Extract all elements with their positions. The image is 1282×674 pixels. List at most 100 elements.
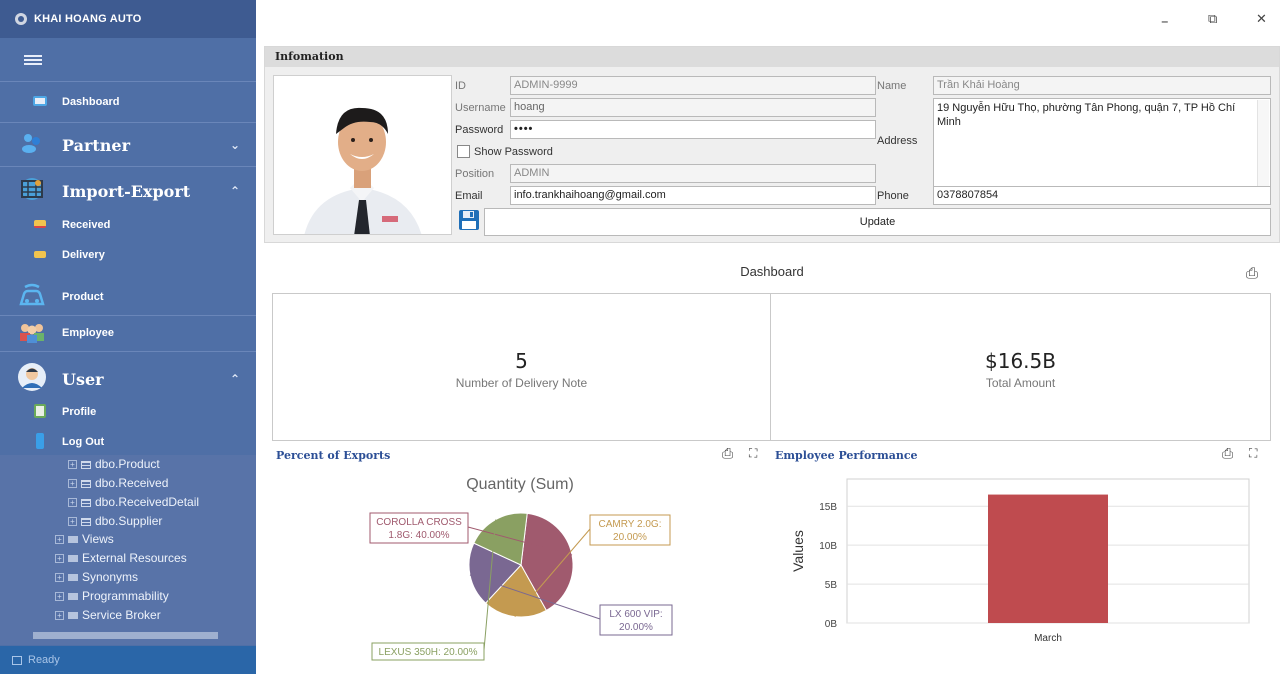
- address-field[interactable]: 19 Nguyễn Hữu Thọ, phường Tân Phong, quậ…: [933, 98, 1271, 188]
- close-button[interactable]: ✕: [1256, 12, 1267, 27]
- employee-performance-panel: Employee Performance ⎙ ⛶ 0B 5B 10B 15B Value…: [771, 443, 1272, 663]
- menu-toggle-button[interactable]: [0, 38, 256, 82]
- tree-node[interactable]: + dbo.Received: [68, 474, 168, 492]
- sidebar-item-profile[interactable]: Profile: [0, 399, 256, 425]
- id-label: ID: [455, 80, 466, 92]
- chevron-up-icon: ⌃: [229, 372, 240, 386]
- pie-chart: Quantity (Sum) COROLLA CROSS 1.8G: 40.00% C…: [369, 476, 673, 661]
- y-tick-label: 5B: [825, 580, 838, 591]
- sidebar-item-label: Log Out: [62, 436, 105, 448]
- chart-title: Quantity (Sum): [466, 476, 574, 493]
- password-field[interactable]: ••••: [510, 120, 876, 139]
- sidebar-item-label: Received: [62, 219, 111, 231]
- sidebar-item-label: Profile: [62, 406, 97, 418]
- sidebar-item-employee[interactable]: Employee: [0, 318, 256, 348]
- tree-node[interactable]: + dbo.ReceivedDetail: [68, 493, 199, 511]
- tree-node[interactable]: + dbo.Supplier: [68, 512, 162, 530]
- id-field: ADMIN-9999: [510, 76, 876, 95]
- y-axis-label: Values: [790, 530, 806, 572]
- object-explorer-tree: + dbo.Product + dbo.Received + dbo.Received…: [0, 455, 256, 645]
- expand-icon: +: [55, 554, 64, 564]
- panel-header: Infomation: [265, 47, 1279, 67]
- sidebar-item-delivery[interactable]: Delivery: [0, 242, 256, 268]
- export-icon[interactable]: ⎙: [1246, 264, 1258, 282]
- sidebar-group-label: Partner: [62, 135, 131, 155]
- sidebar-item-received[interactable]: Received: [0, 212, 256, 238]
- show-password-label: Show Password: [474, 146, 553, 158]
- app-logo-icon: [15, 13, 27, 25]
- dashboard-title: Dashboard: [740, 264, 804, 279]
- app-title: KHAI HOANG AUTO: [34, 13, 142, 25]
- email-field[interactable]: info.trankhaihoang@gmail.com: [510, 186, 876, 205]
- export-icon[interactable]: ⎙: [1222, 446, 1233, 462]
- name-label: Name: [877, 80, 907, 92]
- tree-node[interactable]: + Synonyms: [55, 568, 138, 586]
- sidebar-item-logout[interactable]: Log Out: [0, 429, 256, 455]
- pie-label: 20.00%: [619, 622, 653, 633]
- logout-icon: [28, 432, 52, 452]
- card-value: $16.5B: [985, 349, 1056, 373]
- table-icon: [81, 479, 91, 488]
- chevron-up-icon: ⌃: [229, 184, 240, 198]
- profile-icon: [28, 403, 52, 421]
- expand-icon: +: [55, 573, 64, 583]
- dashboard-icon: [28, 95, 52, 109]
- sidebar-item-label: Dashboard: [62, 96, 120, 108]
- tree-node[interactable]: + Service Broker: [55, 606, 161, 624]
- hamburger-icon: [24, 54, 42, 65]
- expand-icon: +: [55, 592, 64, 602]
- profile-photo: [273, 75, 452, 235]
- expand-icon: +: [68, 517, 77, 527]
- pie-label: LX 600 VIP:: [609, 609, 662, 620]
- sidebar-group-user[interactable]: User ⌃: [0, 360, 256, 398]
- table-icon: [81, 498, 91, 507]
- export-icon[interactable]: ⎙: [722, 446, 733, 462]
- sidebar-group-import-export[interactable]: Import-Export ⌃: [0, 173, 256, 209]
- username-label: Username: [455, 102, 506, 114]
- show-password-checkbox[interactable]: [457, 145, 470, 158]
- tree-node[interactable]: + Programmability: [55, 587, 169, 605]
- card-caption: Total Amount: [985, 376, 1056, 390]
- save-icon[interactable]: [458, 209, 480, 231]
- tree-horizontal-scrollbar[interactable]: [33, 632, 218, 639]
- tree-node[interactable]: + External Resources: [55, 549, 187, 567]
- import-export-icon: [16, 175, 48, 207]
- pie-label: 1.8G: 40.00%: [388, 530, 449, 541]
- bar-chart: 0B 5B 10B 15B Values March: [790, 478, 1250, 644]
- address-scrollbar[interactable]: [1257, 100, 1269, 186]
- update-button[interactable]: Update: [484, 208, 1271, 236]
- sidebar-group-label: User: [62, 369, 104, 389]
- phone-field[interactable]: 0378807854: [933, 186, 1271, 205]
- app-header: KHAI HOANG AUTO: [0, 0, 256, 38]
- password-label: Password: [455, 124, 504, 136]
- expand-icon: +: [55, 535, 64, 545]
- sidebar-item-product[interactable]: Product: [0, 280, 256, 314]
- sidebar-item-label: Employee: [62, 327, 114, 339]
- sidebar-item-dashboard[interactable]: Dashboard: [0, 88, 256, 116]
- maximize-icon[interactable]: ⛶: [1249, 446, 1257, 461]
- information-panel: Infomation ID ADMIN-9999 Username hoang …: [264, 46, 1280, 243]
- y-tick-label: 15B: [819, 502, 837, 513]
- percent-of-exports-panel: Percent of Exports ⎙ ⛶ Quantity (Sum) COR…: [272, 443, 769, 663]
- position-label: Position: [455, 168, 495, 180]
- minimize-button[interactable]: –: [1161, 12, 1169, 30]
- maximize-icon[interactable]: ⛶: [749, 446, 757, 461]
- y-tick-label: 10B: [819, 541, 837, 552]
- sidebar-item-label: Product: [62, 291, 104, 303]
- sidebar-group-partner[interactable]: Partner ⌄: [0, 128, 256, 162]
- card-value: 5: [515, 349, 528, 373]
- x-tick-label: March: [1034, 633, 1062, 644]
- folder-icon: [68, 536, 78, 544]
- car-icon: [16, 282, 48, 313]
- bar: [988, 494, 1108, 623]
- user-icon: [16, 362, 48, 396]
- folder-icon: [68, 612, 78, 620]
- employee-icon: [16, 321, 48, 346]
- status-icon: [12, 655, 22, 665]
- sidebar-group-label: Import-Export: [62, 181, 191, 201]
- tree-node[interactable]: + Views: [55, 530, 114, 548]
- name-field: Trần Khải Hoàng: [933, 76, 1271, 95]
- panel-title: Percent of Exports: [276, 449, 391, 462]
- restore-button[interactable]: ⧉: [1208, 12, 1217, 27]
- tree-node[interactable]: + dbo.Product: [68, 455, 160, 473]
